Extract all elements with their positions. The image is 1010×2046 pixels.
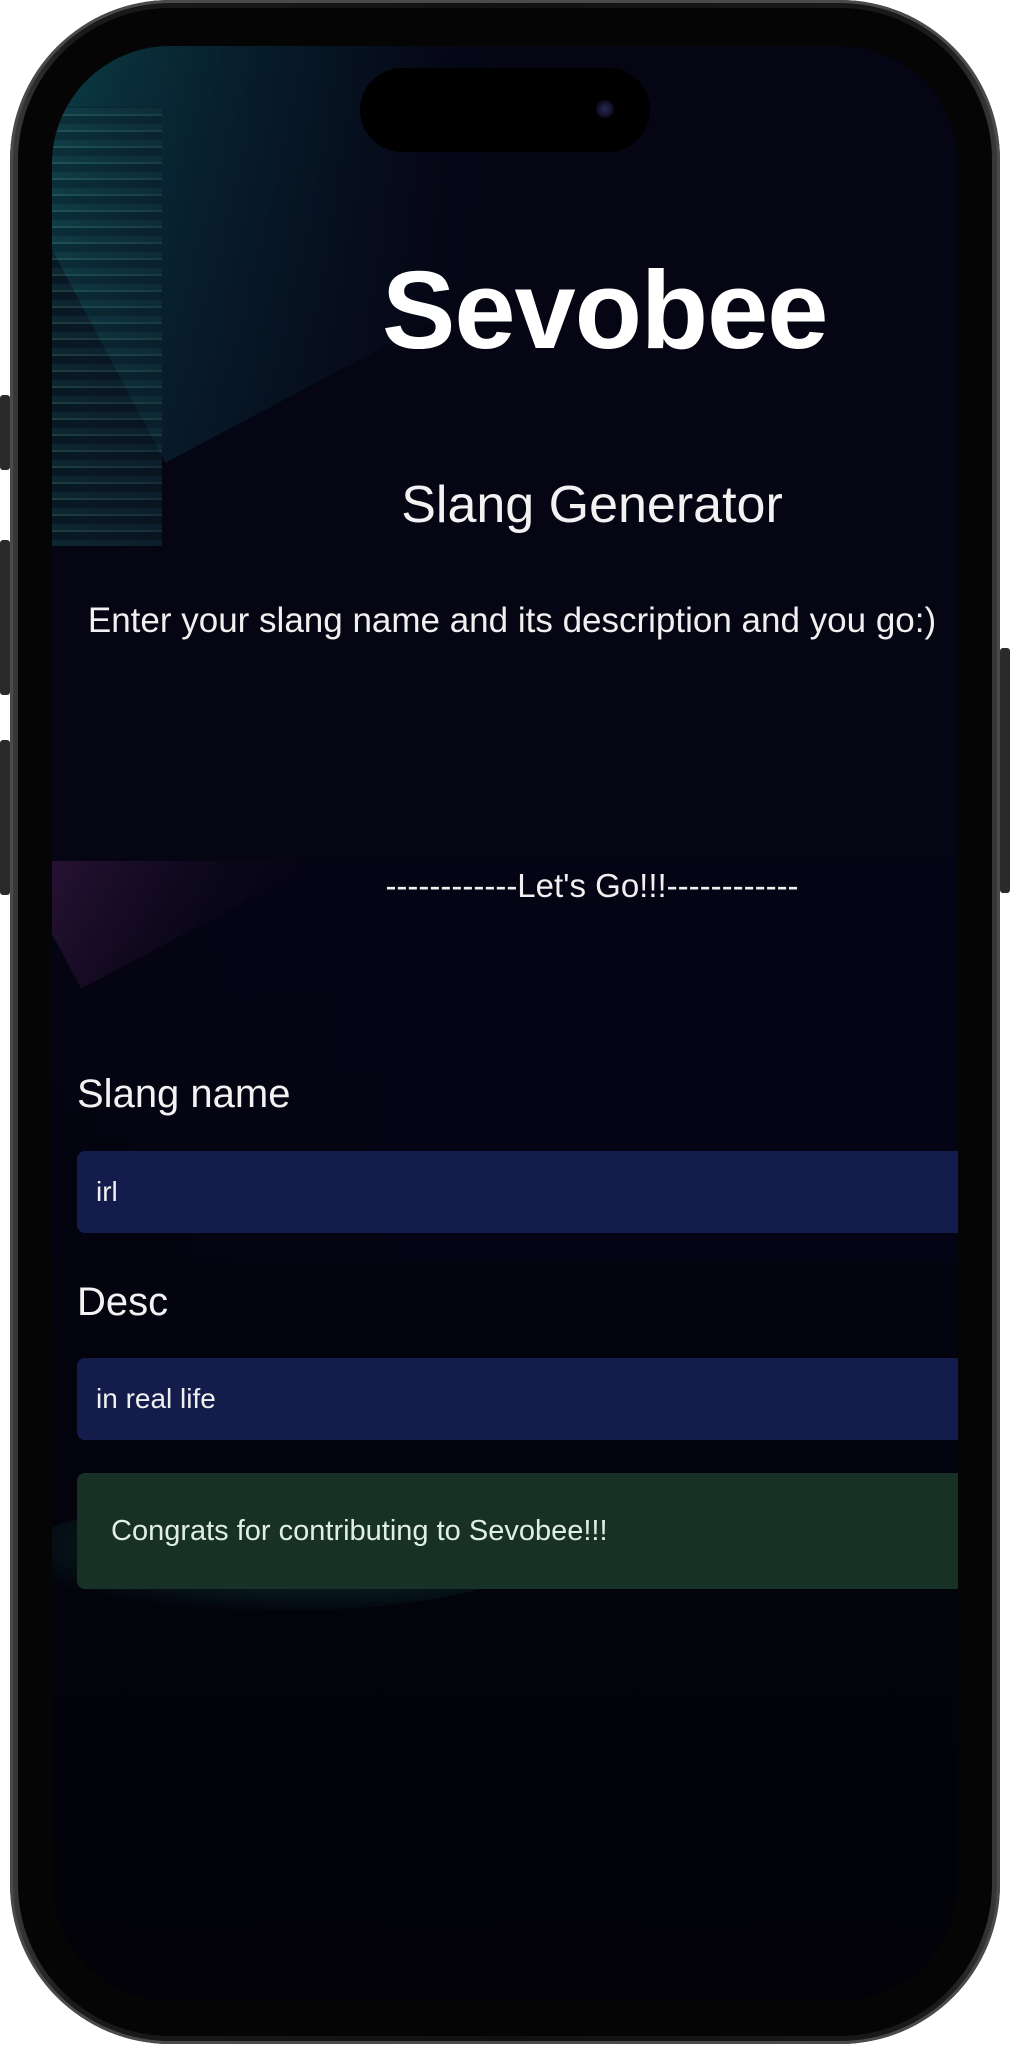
desc-label: Desc bbox=[77, 1280, 169, 1324]
volume-up-button bbox=[0, 540, 10, 695]
slang-name-input[interactable] bbox=[77, 1151, 958, 1233]
camera-icon bbox=[596, 100, 614, 118]
hero-background bbox=[52, 46, 958, 861]
page-subtitle: Slang Generator bbox=[401, 476, 783, 534]
hero-overlay bbox=[52, 46, 958, 861]
power-button bbox=[1000, 648, 1010, 893]
success-alert: Congrats for contributing to Sevobee!!! bbox=[77, 1473, 958, 1589]
volume-down-button bbox=[0, 740, 10, 895]
desc-input[interactable] bbox=[77, 1358, 958, 1440]
success-message: Congrats for contributing to Sevobee!!! bbox=[111, 1514, 608, 1547]
brand-title: Sevobee bbox=[382, 249, 828, 372]
instructions-text: Enter your slang name and its descriptio… bbox=[87, 601, 937, 640]
slang-name-label: Slang name bbox=[77, 1072, 291, 1116]
app-screen: Sevobee Slang Generator Enter your slang… bbox=[52, 46, 958, 2001]
section-divider: ------------Let's Go!!!------------ bbox=[385, 867, 799, 904]
action-button bbox=[0, 395, 10, 470]
dynamic-island bbox=[360, 68, 650, 152]
